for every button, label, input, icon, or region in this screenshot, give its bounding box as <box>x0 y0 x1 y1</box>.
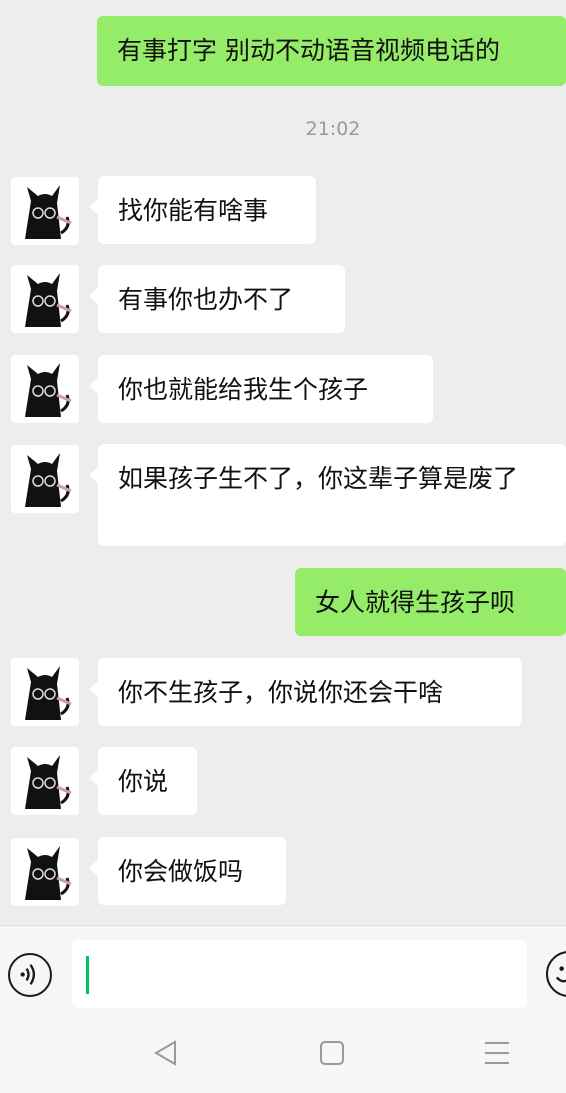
message-text: 你说 <box>118 767 169 796</box>
cat-avatar-icon <box>25 666 72 720</box>
avatar[interactable] <box>11 177 79 245</box>
triangle-back-icon[interactable] <box>146 1033 186 1073</box>
message-bubble-outgoing[interactable]: 女人就得生孩子呗 <box>295 568 566 636</box>
voice-input-button[interactable] <box>8 953 52 997</box>
message-text: 有事你也办不了 <box>118 285 294 314</box>
message-text: 有事打字 别动不动语音视频电话的 <box>117 36 500 65</box>
avatar[interactable] <box>11 658 79 726</box>
message-text: 如果孩子生不了，你这辈子算是废了 <box>118 464 519 493</box>
message-bubble-incoming[interactable]: 有事你也办不了 <box>89 265 345 333</box>
cat-avatar-icon <box>25 453 72 507</box>
message-bubble-incoming[interactable]: 你会做饭吗 <box>89 837 286 905</box>
avatar[interactable] <box>11 355 79 423</box>
message-bubble-incoming[interactable]: 找你能有啥事 <box>89 176 316 244</box>
cat-avatar-icon <box>25 846 72 900</box>
cat-avatar-icon <box>25 273 72 327</box>
text-cursor <box>86 956 89 994</box>
chat-area[interactable]: 有事打字 别动不动语音视频电话的 21:02 找你能有啥事 有事你也办不了 你也… <box>0 0 566 925</box>
message-text: 你也就能给我生个孩子 <box>118 375 369 404</box>
smiley-face-icon <box>555 966 566 983</box>
message-bubble-incoming[interactable]: 如果孩子生不了，你这辈子算是废了 <box>89 444 566 546</box>
message-input[interactable] <box>72 940 527 1008</box>
cat-avatar-icon <box>25 363 72 417</box>
avatar[interactable] <box>11 445 79 513</box>
avatar[interactable] <box>11 838 79 906</box>
timestamp: 21:02 <box>305 118 361 140</box>
system-nav-bar <box>0 1013 566 1093</box>
message-text: 女人就得生孩子呗 <box>315 588 516 617</box>
message-text: 你会做饭吗 <box>118 857 244 886</box>
three-lines-menu-icon[interactable] <box>477 1033 517 1073</box>
cat-avatar-icon <box>25 755 72 809</box>
cat-avatar-icon <box>25 185 72 239</box>
emoji-button[interactable] <box>546 951 566 997</box>
avatar[interactable] <box>11 265 79 333</box>
message-text: 找你能有啥事 <box>118 196 269 225</box>
message-bubble-incoming[interactable]: 你也就能给我生个孩子 <box>89 355 433 423</box>
message-bubble-outgoing[interactable]: 有事打字 别动不动语音视频电话的 <box>97 16 566 86</box>
avatar[interactable] <box>11 747 79 815</box>
message-bubble-incoming[interactable]: 你不生孩子，你说你还会干啥 <box>89 658 522 726</box>
message-bubble-incoming[interactable]: 你说 <box>89 747 197 815</box>
input-bar <box>0 925 566 1014</box>
square-home-icon[interactable] <box>312 1033 352 1073</box>
message-text: 你不生孩子，你说你还会干啥 <box>118 678 444 707</box>
voice-wave-icon <box>20 964 36 985</box>
